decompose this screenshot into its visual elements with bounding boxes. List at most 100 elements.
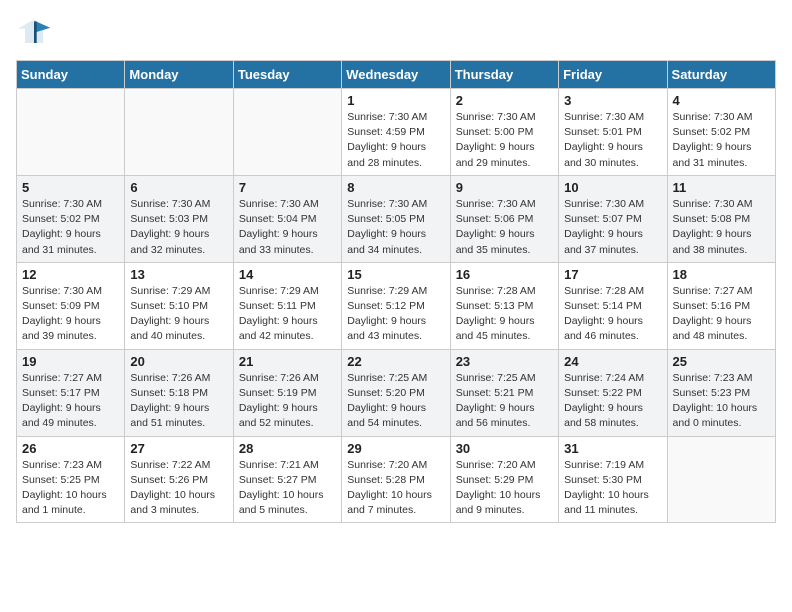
calendar-cell: 3Sunrise: 7:30 AM Sunset: 5:01 PM Daylig…	[559, 89, 667, 176]
day-info: Sunrise: 7:30 AM Sunset: 5:05 PM Dayligh…	[347, 197, 444, 258]
day-number: 15	[347, 267, 444, 282]
day-number: 6	[130, 180, 227, 195]
calendar-cell: 11 Sunrise: 7:30 AM Sunset: 5:08 PM Dayli…	[667, 175, 775, 262]
calendar-cell: 15 Sunrise: 7:29 AM Sunset: 5:12 PM Dayli…	[342, 262, 450, 349]
calendar-cell: 1 Sunrise: 7:30 AM Sunset: 4:59 PM Daylig…	[342, 89, 450, 176]
day-number: 31	[564, 441, 661, 456]
day-info: Sunrise: 7:25 AM Sunset: 5:21 PM Dayligh…	[456, 371, 553, 432]
calendar-cell: 7 Sunrise: 7:30 AM Sunset: 5:04 PM Daylig…	[233, 175, 341, 262]
calendar-cell: 12 Sunrise: 7:30 AM Sunset: 5:09 PM Dayli…	[17, 262, 125, 349]
calendar-cell: 30Sunrise: 7:20 AM Sunset: 5:29 PM Dayli…	[450, 436, 558, 523]
day-info: Sunrise: 7:22 AM Sunset: 5:26 PM Dayligh…	[130, 458, 227, 519]
page-header	[16, 16, 776, 52]
calendar-cell: 24 Sunrise: 7:24 AM Sunset: 5:22 PM Dayli…	[559, 349, 667, 436]
day-number: 9	[456, 180, 553, 195]
day-number: 21	[239, 354, 336, 369]
calendar-cell: 27 Sunrise: 7:22 AM Sunset: 5:26 PM Dayli…	[125, 436, 233, 523]
day-number: 12	[22, 267, 119, 282]
day-info: Sunrise: 7:27 AM Sunset: 5:17 PM Dayligh…	[22, 371, 119, 432]
logo-icon	[16, 16, 52, 52]
calendar-week-2: 5 Sunrise: 7:30 AM Sunset: 5:02 PM Daylig…	[17, 175, 776, 262]
day-info: Sunrise: 7:26 AM Sunset: 5:18 PM Dayligh…	[130, 371, 227, 432]
day-info: Sunrise: 7:30 AM Sunset: 5:07 PM Dayligh…	[564, 197, 661, 258]
day-info: Sunrise: 7:28 AM Sunset: 5:13 PM Dayligh…	[456, 284, 553, 345]
calendar-cell: 2 Sunrise: 7:30 AM Sunset: 5:00 PM Daylig…	[450, 89, 558, 176]
day-number: 11	[673, 180, 770, 195]
day-info: Sunrise: 7:23 AM Sunset: 5:23 PM Dayligh…	[673, 371, 770, 432]
day-number: 4	[673, 93, 770, 108]
day-number: 14	[239, 267, 336, 282]
calendar-week-1: 1 Sunrise: 7:30 AM Sunset: 4:59 PM Daylig…	[17, 89, 776, 176]
day-info: Sunrise: 7:29 AM Sunset: 5:10 PM Dayligh…	[130, 284, 227, 345]
calendar-week-4: 19 Sunrise: 7:27 AM Sunset: 5:17 PM Dayli…	[17, 349, 776, 436]
calendar-cell: 4 Sunrise: 7:30 AM Sunset: 5:02 PM Daylig…	[667, 89, 775, 176]
day-number: 25	[673, 354, 770, 369]
day-number: 16	[456, 267, 553, 282]
day-info: Sunrise: 7:30 AM Sunset: 5:02 PM Dayligh…	[22, 197, 119, 258]
day-number: 8	[347, 180, 444, 195]
calendar-week-5: 26 Sunrise: 7:23 AM Sunset: 5:25 PM Dayli…	[17, 436, 776, 523]
calendar-cell: 6 Sunrise: 7:30 AM Sunset: 5:03 PM Daylig…	[125, 175, 233, 262]
weekday-header-wednesday: Wednesday	[342, 61, 450, 89]
calendar-cell	[667, 436, 775, 523]
day-number: 22	[347, 354, 444, 369]
calendar-cell: 19 Sunrise: 7:27 AM Sunset: 5:17 PM Dayli…	[17, 349, 125, 436]
day-number: 28	[239, 441, 336, 456]
logo	[16, 16, 56, 52]
day-number: 29	[347, 441, 444, 456]
calendar-cell: 18Sunrise: 7:27 AM Sunset: 5:16 PM Dayli…	[667, 262, 775, 349]
calendar-cell: 31 Sunrise: 7:19 AM Sunset: 5:30 PM Dayli…	[559, 436, 667, 523]
day-number: 26	[22, 441, 119, 456]
day-number: 10	[564, 180, 661, 195]
day-info: Sunrise: 7:26 AM Sunset: 5:19 PM Dayligh…	[239, 371, 336, 432]
day-number: 23	[456, 354, 553, 369]
day-info: Sunrise: 7:29 AM Sunset: 5:11 PM Dayligh…	[239, 284, 336, 345]
day-number: 2	[456, 93, 553, 108]
calendar-cell: 28 Sunrise: 7:21 AM Sunset: 5:27 PM Dayli…	[233, 436, 341, 523]
calendar-cell: 9Sunrise: 7:30 AM Sunset: 5:06 PM Daylig…	[450, 175, 558, 262]
day-info: Sunrise: 7:29 AM Sunset: 5:12 PM Dayligh…	[347, 284, 444, 345]
day-info: Sunrise: 7:30 AM Sunset: 5:03 PM Dayligh…	[130, 197, 227, 258]
weekday-header-sunday: Sunday	[17, 61, 125, 89]
day-info: Sunrise: 7:28 AM Sunset: 5:14 PM Dayligh…	[564, 284, 661, 345]
day-number: 17	[564, 267, 661, 282]
calendar-cell: 21 Sunrise: 7:26 AM Sunset: 5:19 PM Dayli…	[233, 349, 341, 436]
calendar-cell: 17 Sunrise: 7:28 AM Sunset: 5:14 PM Dayli…	[559, 262, 667, 349]
calendar-cell: 22 Sunrise: 7:25 AM Sunset: 5:20 PM Dayli…	[342, 349, 450, 436]
day-info: Sunrise: 7:25 AM Sunset: 5:20 PM Dayligh…	[347, 371, 444, 432]
weekday-header-thursday: Thursday	[450, 61, 558, 89]
day-number: 19	[22, 354, 119, 369]
day-number: 5	[22, 180, 119, 195]
day-number: 27	[130, 441, 227, 456]
calendar-cell: 13 Sunrise: 7:29 AM Sunset: 5:10 PM Dayli…	[125, 262, 233, 349]
day-info: Sunrise: 7:30 AM Sunset: 5:00 PM Dayligh…	[456, 110, 553, 171]
calendar-cell	[17, 89, 125, 176]
day-number: 1	[347, 93, 444, 108]
day-info: Sunrise: 7:30 AM Sunset: 5:09 PM Dayligh…	[22, 284, 119, 345]
day-info: Sunrise: 7:30 AM Sunset: 5:08 PM Dayligh…	[673, 197, 770, 258]
day-number: 7	[239, 180, 336, 195]
day-number: 20	[130, 354, 227, 369]
calendar-cell: 25 Sunrise: 7:23 AM Sunset: 5:23 PM Dayli…	[667, 349, 775, 436]
day-info: Sunrise: 7:21 AM Sunset: 5:27 PM Dayligh…	[239, 458, 336, 519]
calendar-cell: 16 Sunrise: 7:28 AM Sunset: 5:13 PM Dayli…	[450, 262, 558, 349]
day-info: Sunrise: 7:20 AM Sunset: 5:28 PM Dayligh…	[347, 458, 444, 519]
calendar-cell: 26 Sunrise: 7:23 AM Sunset: 5:25 PM Dayli…	[17, 436, 125, 523]
calendar-cell: 20 Sunrise: 7:26 AM Sunset: 5:18 PM Dayli…	[125, 349, 233, 436]
day-info: Sunrise: 7:30 AM Sunset: 4:59 PM Dayligh…	[347, 110, 444, 171]
day-number: 30	[456, 441, 553, 456]
weekday-header-tuesday: Tuesday	[233, 61, 341, 89]
weekday-header-saturday: Saturday	[667, 61, 775, 89]
day-info: Sunrise: 7:30 AM Sunset: 5:04 PM Dayligh…	[239, 197, 336, 258]
day-info: Sunrise: 7:24 AM Sunset: 5:22 PM Dayligh…	[564, 371, 661, 432]
day-info: Sunrise: 7:23 AM Sunset: 5:25 PM Dayligh…	[22, 458, 119, 519]
calendar-table: SundayMondayTuesdayWednesdayThursdayFrid…	[16, 60, 776, 523]
day-info: Sunrise: 7:30 AM Sunset: 5:01 PM Dayligh…	[564, 110, 661, 171]
calendar-cell	[233, 89, 341, 176]
day-number: 24	[564, 354, 661, 369]
day-info: Sunrise: 7:19 AM Sunset: 5:30 PM Dayligh…	[564, 458, 661, 519]
day-number: 13	[130, 267, 227, 282]
day-info: Sunrise: 7:30 AM Sunset: 5:02 PM Dayligh…	[673, 110, 770, 171]
day-number: 18	[673, 267, 770, 282]
calendar-cell: 14 Sunrise: 7:29 AM Sunset: 5:11 PM Dayli…	[233, 262, 341, 349]
